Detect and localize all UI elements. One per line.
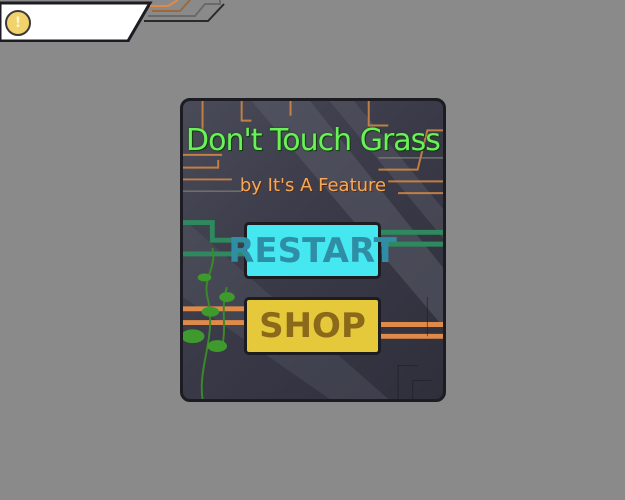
shop-button[interactable]: SHOP xyxy=(244,297,381,355)
hud-circuit-decoration xyxy=(0,0,225,42)
coin-icon: ! xyxy=(5,10,31,36)
restart-button[interactable]: RESTART xyxy=(228,222,397,279)
game-subtitle: by It's A Feature xyxy=(239,175,387,196)
game-title: Don't Touch Grass xyxy=(186,123,441,158)
coin-counter: ! xyxy=(0,0,225,42)
